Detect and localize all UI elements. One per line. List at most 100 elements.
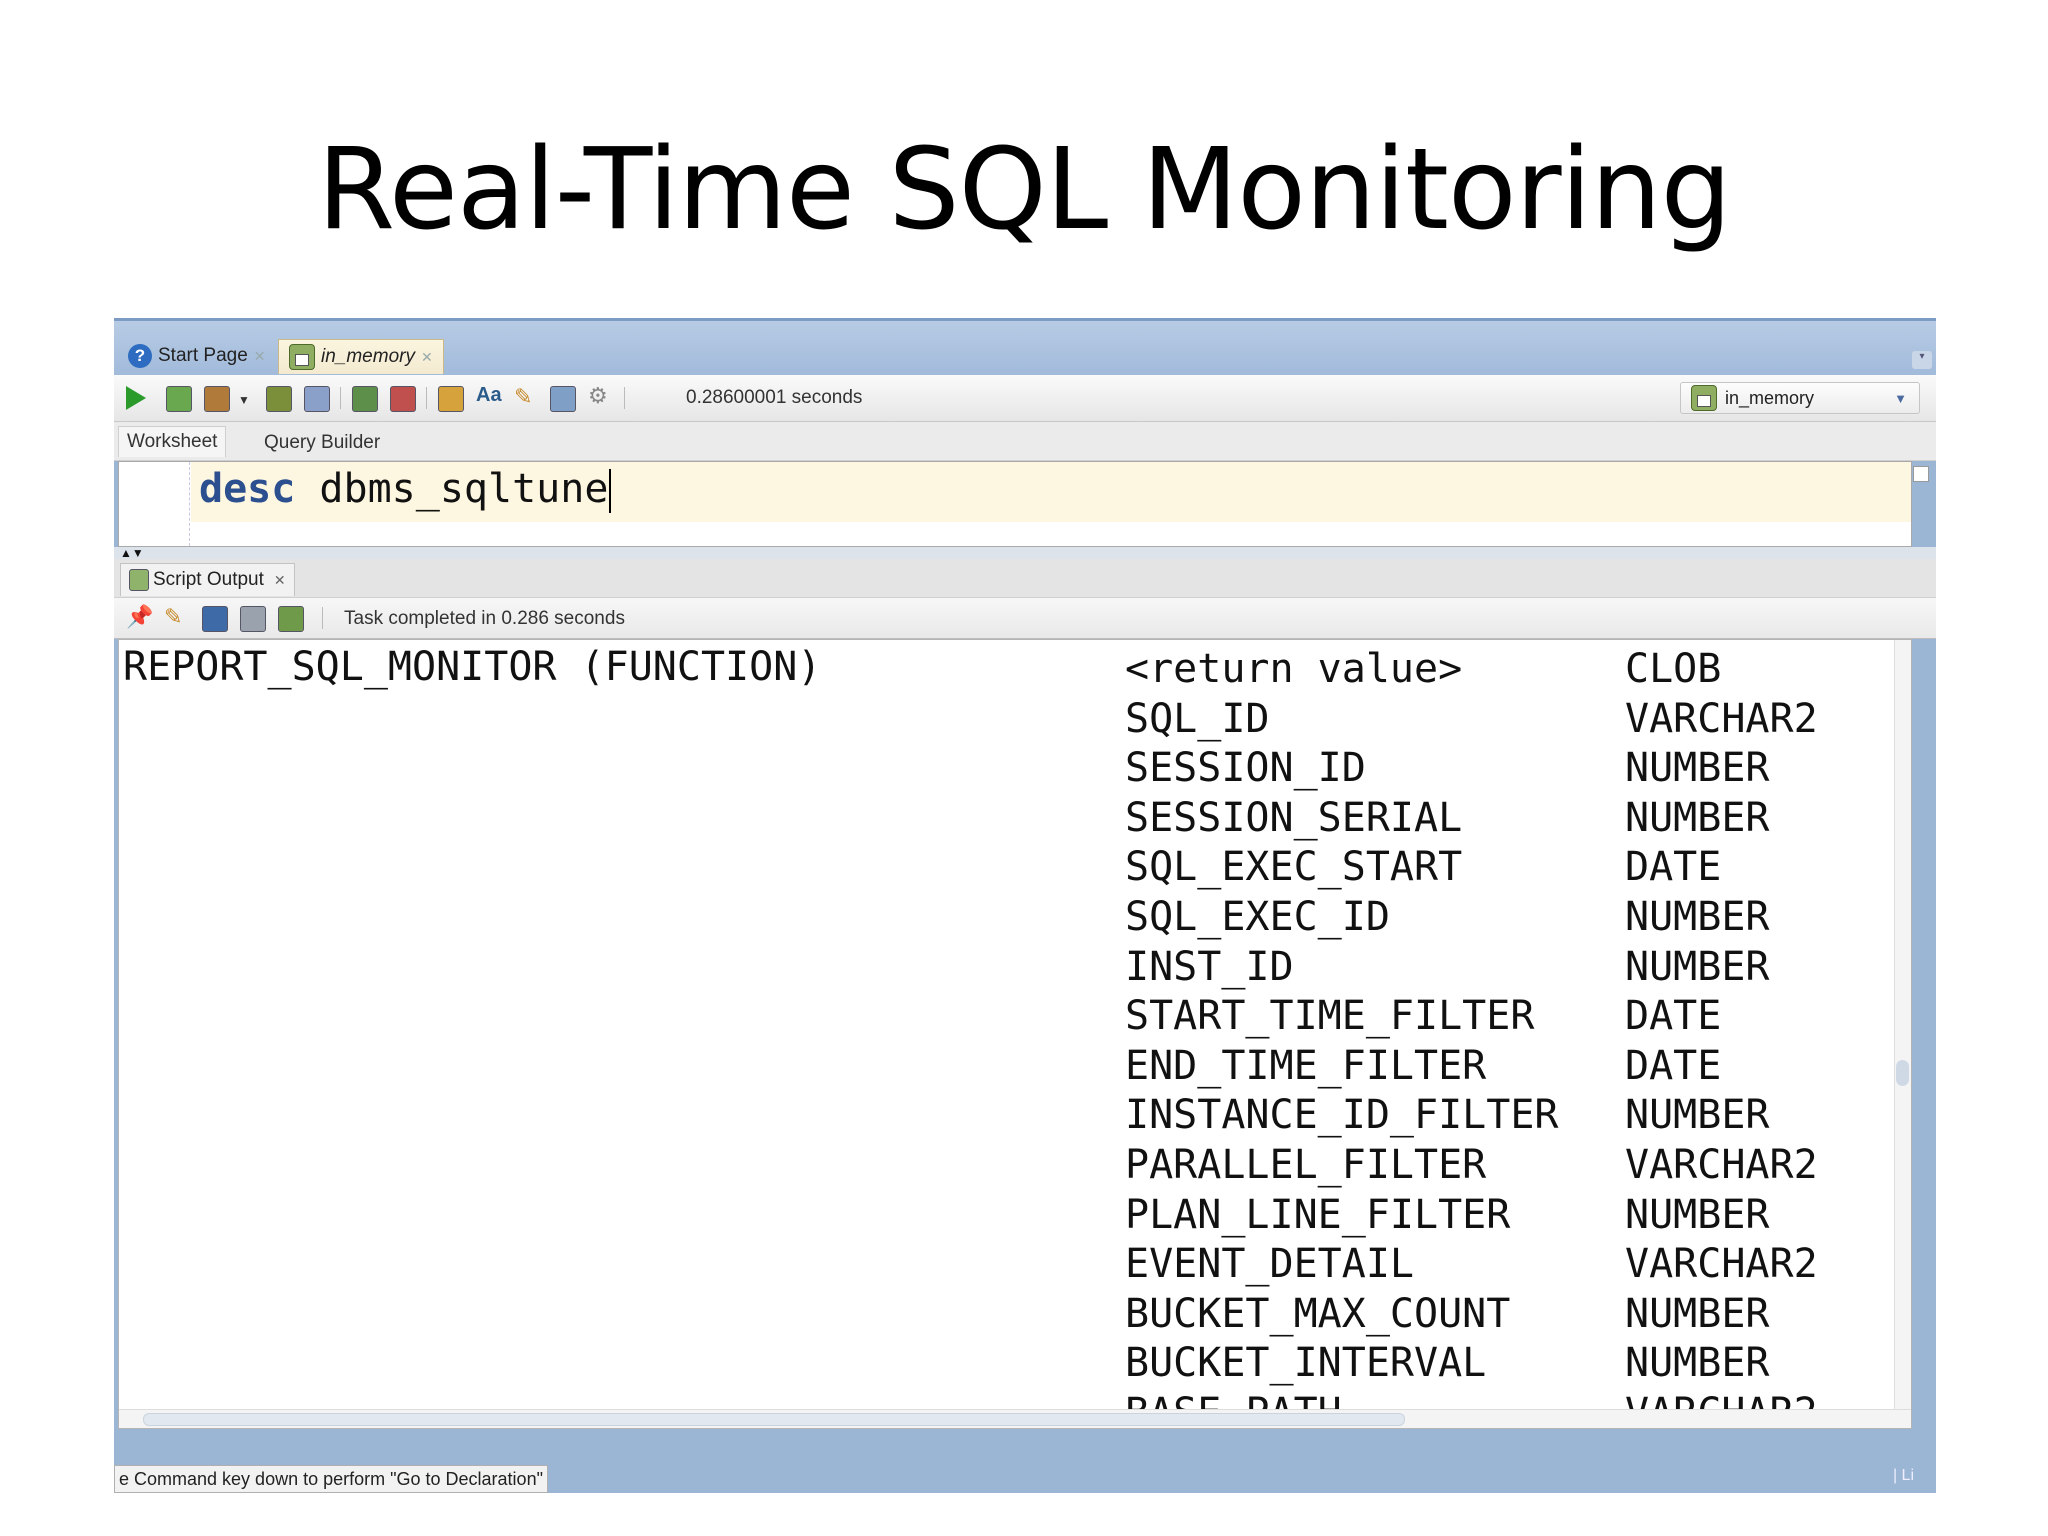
line-gutter: [119, 462, 190, 546]
script-output-icon: [129, 569, 149, 591]
status-message: e Command key down to perform "Go to Dec…: [114, 1465, 548, 1493]
argument-type: DATE: [1625, 993, 1722, 1040]
sql-tuning-icon[interactable]: [304, 386, 330, 412]
pin-icon[interactable]: 📌: [126, 604, 153, 629]
argument-row: PARALLEL_FILTER VARCHAR2: [119, 1140, 1911, 1190]
argument-row: PLAN_LINE_FILTER NUMBER: [119, 1190, 1911, 1240]
tab-query-builder[interactable]: Query Builder: [256, 428, 388, 458]
sql-text: dbms_sqltune: [295, 466, 609, 512]
argument-name: INST_ID: [1125, 943, 1294, 990]
argument-type: NUMBER: [1625, 794, 1770, 841]
tab-in-memory[interactable]: in_memory ✕: [278, 339, 444, 374]
dropdown-arrow-icon[interactable]: ▼: [238, 393, 262, 417]
editor-code[interactable]: desc dbms_sqltune: [199, 466, 612, 513]
slide-title: Real-Time SQL Monitoring: [317, 125, 1731, 255]
argument-type: NUMBER: [1625, 894, 1770, 940]
argument-name: BUCKET_INTERVAL: [1125, 1340, 1487, 1387]
output-toolbar: 📌 ✎ Task completed in 0.286 seconds: [114, 598, 1936, 639]
argument-name: SESSION_SERIAL: [1125, 794, 1463, 841]
tab-start-page[interactable]: ? Start Page ✕: [118, 339, 276, 373]
close-icon[interactable]: ✕: [274, 572, 286, 589]
task-status: Task completed in 0.286 seconds: [344, 608, 625, 629]
argument-row: END_TIME_FILTER DATE: [119, 1041, 1911, 1091]
sql-worksheet-icon: [289, 344, 315, 370]
argument-type: NUMBER: [1625, 1290, 1770, 1337]
scrollbar-thumb[interactable]: [143, 1413, 1405, 1426]
connection-select[interactable]: in_memory ▼: [1680, 382, 1920, 414]
explain-plan-icon[interactable]: [266, 386, 292, 412]
argument-row: SESSION_SERIAL NUMBER: [119, 793, 1911, 843]
argument-name: EVENT_DETAIL: [1125, 1241, 1414, 1288]
argument-type: VARCHAR2: [1625, 1142, 1818, 1188]
connection-name: in_memory: [1725, 387, 1815, 408]
tab-label: Start Page: [158, 345, 248, 366]
argument-row: INST_ID NUMBER: [119, 942, 1911, 992]
rollback-icon[interactable]: [390, 386, 416, 412]
document-tab-bar: ? Start Page ✕ in_memory ✕ ▾: [114, 321, 1936, 375]
argument-type: NUMBER: [1625, 1092, 1770, 1139]
run-statement-icon[interactable]: [126, 386, 150, 410]
tab-label: in_memory: [321, 346, 415, 367]
close-icon[interactable]: ✕: [254, 348, 266, 365]
editor-subtabs: Worksheet Query Builder: [114, 422, 1936, 461]
tab-script-output[interactable]: Script Output ✕: [120, 563, 295, 596]
sql-developer-window: ? Start Page ✕ in_memory ✕ ▾ ▼ Aa ✎ ⚙ 0.…: [114, 318, 1936, 1493]
monitor-sql-icon[interactable]: ⚙: [588, 383, 612, 408]
argument-name: BUCKET_MAX_COUNT: [1125, 1290, 1511, 1337]
editor-checkbox[interactable]: [1913, 466, 1929, 482]
argument-type: NUMBER: [1625, 745, 1770, 792]
execution-time: 0.28600001 seconds: [686, 387, 863, 408]
argument-type: VARCHAR2: [1625, 695, 1818, 742]
argument-name: END_TIME_FILTER: [1125, 1042, 1487, 1089]
argument-name: SQL_EXEC_ID: [1125, 894, 1390, 940]
sql-keyword: desc: [199, 466, 296, 512]
argument-type: NUMBER: [1625, 1191, 1770, 1238]
argument-type: DATE: [1625, 1042, 1722, 1089]
argument-type: CLOB: [1625, 646, 1722, 692]
argument-type: VARCHAR2: [1625, 1241, 1818, 1288]
close-icon[interactable]: ✕: [421, 349, 433, 366]
tab-worksheet[interactable]: Worksheet: [118, 426, 227, 457]
autotrace-icon[interactable]: [204, 386, 230, 412]
argument-row: <return value> CLOB: [119, 644, 1911, 694]
argument-row: SQL_EXEC_ID NUMBER: [119, 892, 1911, 942]
horizontal-scrollbar[interactable]: [119, 1409, 1911, 1428]
argument-row: SQL_EXEC_START DATE: [119, 842, 1911, 892]
argument-row: SESSION_ID NUMBER: [119, 743, 1911, 793]
argument-row: START_TIME_FILTER DATE: [119, 991, 1911, 1041]
script-output-area[interactable]: REPORT_SQL_MONITOR (FUNCTION) <return va…: [118, 639, 1912, 1429]
argument-name: SESSION_ID: [1125, 745, 1366, 792]
chevron-down-icon: ▼: [1894, 390, 1907, 406]
eraser-icon[interactable]: ✎: [164, 604, 188, 629]
print-icon[interactable]: [240, 606, 266, 632]
unshared-sql-icon[interactable]: [438, 386, 464, 412]
argument-row: BUCKET_INTERVAL NUMBER: [119, 1338, 1911, 1388]
argument-name: SQL_ID: [1125, 695, 1270, 742]
save-icon[interactable]: [202, 606, 228, 632]
argument-type: NUMBER: [1625, 943, 1770, 990]
argument-name: PARALLEL_FILTER: [1125, 1142, 1487, 1188]
vertical-scrollbar[interactable]: [1894, 640, 1911, 1410]
database-connection-icon: [1691, 385, 1717, 411]
status-bar: e Command key down to perform "Go to Dec…: [114, 1451, 1936, 1493]
argument-name: START_TIME_FILTER: [1125, 993, 1535, 1040]
collapse-icon[interactable]: ▾: [1912, 351, 1932, 369]
argument-name: SQL_EXEC_START: [1125, 844, 1463, 891]
sql-history-icon[interactable]: [550, 386, 576, 412]
open-file-icon[interactable]: [278, 606, 304, 632]
argument-row: SQL_ID VARCHAR2: [119, 694, 1911, 744]
argument-row: INSTANCE_ID_FILTER NUMBER: [119, 1090, 1911, 1140]
output-tab-bar: Script Output ✕: [114, 559, 1936, 598]
argument-type: NUMBER: [1625, 1340, 1770, 1387]
commit-icon[interactable]: [352, 386, 378, 412]
argument-name: PLAN_LINE_FILTER: [1125, 1191, 1511, 1238]
panel-splitter[interactable]: ▲▼: [114, 547, 1936, 559]
to-upper-icon[interactable]: Aa: [476, 384, 502, 408]
argument-type: DATE: [1625, 844, 1722, 891]
clear-icon[interactable]: ✎: [514, 384, 538, 409]
help-icon: ?: [128, 344, 152, 368]
sql-editor[interactable]: desc dbms_sqltune: [118, 461, 1929, 547]
scrollbar-thumb[interactable]: [1896, 1060, 1909, 1086]
run-script-icon[interactable]: [166, 386, 192, 412]
argument-row: EVENT_DETAIL VARCHAR2: [119, 1239, 1911, 1289]
